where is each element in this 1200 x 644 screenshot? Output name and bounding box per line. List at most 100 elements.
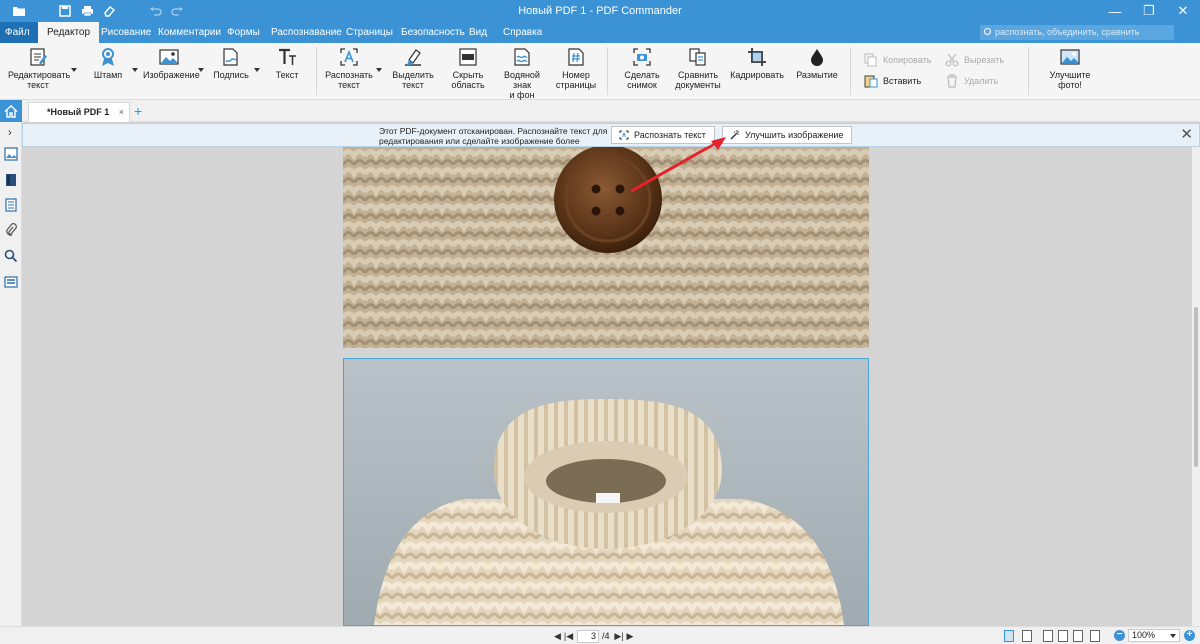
- stamp-dropdown-icon[interactable]: [132, 68, 138, 72]
- continuous-view-icon[interactable]: [1043, 630, 1053, 642]
- edit-text-label-1: Редактировать: [8, 70, 71, 80]
- zoom-in-button[interactable]: +: [1184, 630, 1195, 641]
- paste-icon: [864, 75, 878, 88]
- signature-label: Подпись: [213, 70, 249, 80]
- signature-dropdown-icon[interactable]: [254, 68, 260, 72]
- tab-editor[interactable]: Редактор: [38, 22, 100, 43]
- hide-area-label-1: Скрыть: [452, 70, 484, 80]
- compare-label-1: Сравнить: [677, 70, 719, 80]
- edit-text-icon: [30, 48, 47, 66]
- image-dropdown-icon[interactable]: [198, 68, 204, 72]
- total-pages: /4: [602, 631, 610, 641]
- watermark-button[interactable]: Водяной знак и фон: [494, 47, 550, 100]
- edit-text-label-2: текст: [27, 80, 49, 90]
- single-page-view-icon[interactable]: [1004, 630, 1014, 642]
- next-page-icon[interactable]: ▶: [625, 631, 636, 642]
- prev-page-icon[interactable]: ◀: [552, 631, 563, 642]
- ribbon-separator: [850, 47, 851, 95]
- copy-button[interactable]: Копировать: [864, 53, 931, 67]
- document-tab-label: *Новый PDF 1: [47, 107, 110, 117]
- crop-button[interactable]: Кадрировать: [730, 47, 784, 80]
- text-t-icon: [279, 48, 296, 65]
- search-icon: [984, 28, 991, 35]
- zoom-select[interactable]: 100%: [1128, 629, 1180, 642]
- command-search-input[interactable]: распознать, объединить, сравнить: [980, 25, 1174, 40]
- layers-icon[interactable]: [4, 275, 18, 289]
- compare-icon: [689, 48, 706, 66]
- close-window-button[interactable]: ✕: [1166, 0, 1200, 22]
- search-panel-icon[interactable]: [4, 249, 18, 263]
- redact-icon: [459, 48, 477, 66]
- improve-photo-button[interactable]: Улучшите фото!: [1038, 47, 1102, 90]
- paste-button[interactable]: Вставить: [864, 74, 921, 88]
- page-number-label-2: страницы: [555, 80, 597, 90]
- copy-label: Копировать: [883, 55, 932, 65]
- minimize-button[interactable]: —: [1098, 0, 1132, 22]
- enhance-image-button[interactable]: Улучшить изображение: [722, 126, 853, 144]
- watermark-label-2: и фон: [509, 90, 535, 100]
- document-tab[interactable]: *Новый PDF 1 ×: [28, 102, 130, 122]
- cut-button[interactable]: Вырезать: [945, 53, 1004, 67]
- edit-text-dropdown-icon[interactable]: [71, 68, 77, 72]
- fit-width-icon[interactable]: [1073, 630, 1083, 642]
- zoom-out-button[interactable]: −: [1114, 630, 1125, 641]
- select-text-label-1: Выделить: [392, 70, 434, 80]
- compare-documents-button[interactable]: Сравнить документы: [674, 47, 722, 90]
- left-tool-panel: ›: [0, 100, 22, 644]
- text-button[interactable]: Текст: [274, 47, 300, 80]
- hide-area-button[interactable]: Скрыть область: [448, 47, 488, 90]
- ribbon-separator: [1028, 47, 1029, 95]
- document-canvas[interactable]: [22, 147, 1192, 626]
- snapshot-button[interactable]: Сделать снимок: [620, 47, 664, 90]
- select-text-button[interactable]: Выделить текст: [392, 47, 434, 90]
- last-page-icon[interactable]: ▶|: [614, 631, 625, 642]
- document-tab-bar: *Новый PDF 1 × +: [22, 100, 1200, 122]
- droplet-icon: [811, 49, 823, 66]
- attachment-icon[interactable]: [4, 223, 18, 237]
- current-page-input[interactable]: 3: [577, 629, 599, 643]
- page-image-sweater[interactable]: [343, 358, 869, 626]
- photo-enhance-icon: [1060, 49, 1080, 65]
- home-button[interactable]: [0, 100, 22, 122]
- ribbon-separator: [316, 47, 317, 95]
- camera-icon: [633, 48, 651, 66]
- restore-button[interactable]: ❐: [1132, 0, 1166, 22]
- ocr-icon: [340, 48, 358, 66]
- tab-help[interactable]: Справка: [494, 22, 551, 43]
- scrollbar-thumb[interactable]: [1194, 307, 1198, 467]
- close-notice-button[interactable]: ✕: [1180, 126, 1193, 144]
- sweater-photo: [344, 359, 868, 625]
- file-menu-label: Файл: [5, 27, 30, 38]
- first-page-icon[interactable]: |◀: [563, 631, 574, 642]
- pages-list-icon[interactable]: [4, 198, 18, 212]
- two-page-view-icon[interactable]: [1022, 630, 1032, 642]
- tab-view[interactable]: Вид: [460, 22, 496, 43]
- paste-label: Вставить: [883, 76, 922, 86]
- image-button[interactable]: Изображение: [143, 47, 200, 80]
- blur-button[interactable]: Размытие: [796, 47, 838, 80]
- file-menu-button[interactable]: Файл: [0, 22, 38, 56]
- signature-button[interactable]: Подпись: [212, 47, 250, 80]
- actual-size-icon[interactable]: [1090, 630, 1100, 642]
- close-tab-icon[interactable]: ×: [119, 103, 124, 121]
- recognize-text-dropdown-icon[interactable]: [376, 68, 382, 72]
- fit-page-icon[interactable]: [1058, 630, 1068, 642]
- crop-label: Кадрировать: [730, 70, 784, 80]
- bookmarks-icon[interactable]: [4, 173, 18, 187]
- page-number-button[interactable]: Номер страницы: [554, 47, 598, 90]
- recognize-text-button[interactable]: Распознать текст: [324, 47, 374, 90]
- scissors-icon: [945, 53, 959, 67]
- expand-panel-icon[interactable]: ›: [8, 127, 12, 139]
- stamp-icon: [102, 48, 114, 66]
- highlighter-icon: [405, 49, 421, 66]
- delete-button[interactable]: Удалить: [945, 74, 998, 88]
- stamp-button[interactable]: Штамп: [92, 47, 124, 80]
- new-tab-button[interactable]: +: [134, 102, 142, 120]
- edit-text-button[interactable]: Редактировать текст: [8, 47, 71, 90]
- menu-bar: Файл Редактор Рисование Комментарии Форм…: [0, 22, 1200, 56]
- thumbnails-icon[interactable]: [4, 147, 18, 161]
- cut-label: Вырезать: [964, 55, 1005, 65]
- ribbon-separator: [607, 47, 608, 95]
- home-icon: [4, 104, 18, 118]
- vertical-scrollbar[interactable]: [1192, 147, 1200, 626]
